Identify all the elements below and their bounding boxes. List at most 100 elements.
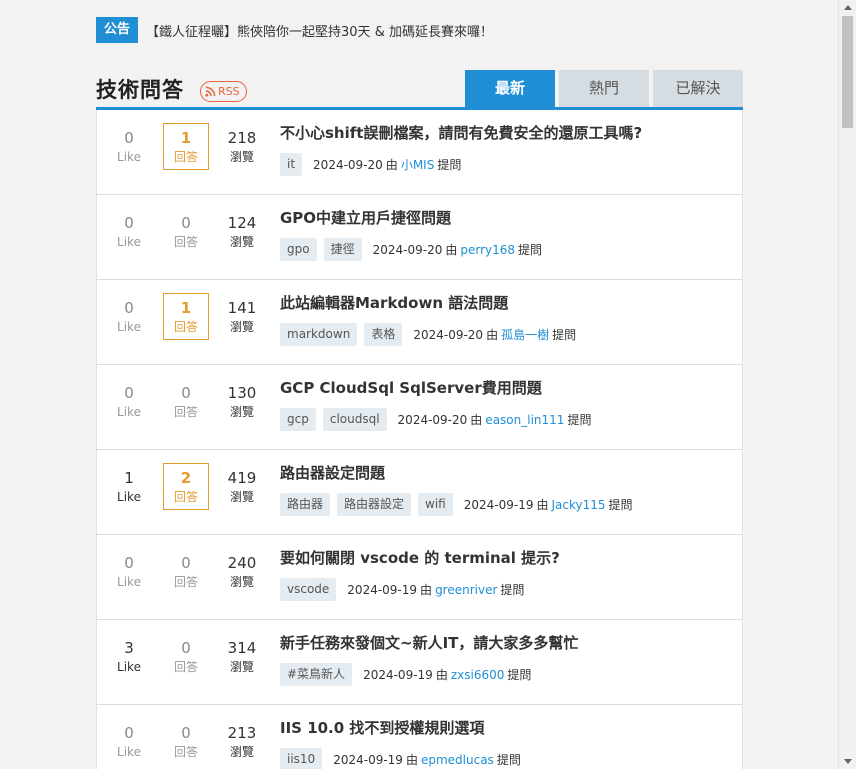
answer-number: 0 — [181, 384, 191, 402]
scrollbar[interactable] — [838, 0, 856, 769]
question-title-link[interactable]: IIS 10.0 找不到授權規則選項 — [280, 717, 484, 738]
tag[interactable]: iis10 — [280, 748, 323, 769]
asked-label: 提問 — [567, 413, 592, 427]
rss-button[interactable]: RSS — [200, 81, 247, 102]
question-title-link[interactable]: 要如何關閉 vscode 的 terminal 提示? — [280, 547, 560, 568]
by-label: 由 — [470, 413, 483, 427]
answer-count: 1 回答 — [163, 123, 209, 170]
tag[interactable]: 表格 — [364, 323, 403, 346]
tab-popular[interactable]: 熱門 — [559, 70, 649, 107]
tag[interactable]: gcp — [280, 408, 316, 431]
asked-label: 提問 — [437, 158, 462, 172]
like-label: Like — [117, 320, 141, 334]
author-link[interactable]: greenriver — [435, 583, 497, 597]
view-number: 314 — [227, 639, 257, 657]
like-count: 3 Like — [104, 638, 154, 676]
question-meta: it 2024-09-20 由 小MIS 提問 — [280, 153, 461, 176]
answer-label: 回答 — [173, 235, 198, 249]
view-label: 瀏覽 — [229, 405, 254, 419]
rss-icon — [205, 86, 216, 97]
like-label: Like — [117, 745, 141, 759]
like-number: 0 — [124, 299, 134, 317]
tag[interactable]: 捷徑 — [323, 238, 362, 261]
question-row: 0 Like 0 回答 240 瀏覽 要如何關閉 vscode 的 termin… — [96, 535, 743, 620]
tab-solved[interactable]: 已解決 — [653, 70, 743, 107]
question-title-link[interactable]: 不小心shift誤刪檔案，請問有免費安全的還原工具嗎? — [280, 122, 642, 143]
sort-tabs: 最新 熱門 已解決 — [465, 70, 743, 108]
tag[interactable]: 路由器設定 — [337, 493, 412, 516]
rss-label: RSS — [218, 85, 240, 98]
page: 公告 【鐵人征程曬】熊俠陪你一起堅持30天 & 加碼延長賽來囉！ 技術問答 RS… — [0, 0, 838, 769]
tag[interactable]: gpo — [280, 238, 317, 261]
question-title-link[interactable]: 此站編輯器Markdown 語法問題 — [280, 292, 508, 313]
answer-number: 0 — [181, 214, 191, 232]
scroll-up-icon[interactable] — [844, 5, 852, 10]
tag[interactable]: #菜鳥新人 — [280, 663, 353, 686]
like-count: 0 Like — [104, 723, 154, 761]
author-link[interactable]: perry168 — [460, 243, 515, 257]
like-count: 0 Like — [104, 298, 154, 336]
announcement-bar: 公告 【鐵人征程曬】熊俠陪你一起堅持30天 & 加碼延長賽來囉！ — [96, 17, 493, 43]
like-number: 0 — [124, 214, 134, 232]
asked-label: 提問 — [518, 243, 543, 257]
question-meta: iis10 2024-09-19 由 epmedlucas 提問 — [280, 748, 521, 769]
by-label: 由 — [486, 328, 499, 342]
question-row: 0 Like 0 回答 213 瀏覽 IIS 10.0 找不到授權規則選項 ii… — [96, 705, 743, 769]
answer-label: 回答 — [173, 150, 198, 164]
announcement-link[interactable]: 【鐵人征程曬】熊俠陪你一起堅持30天 & 加碼延長賽來囉！ — [146, 21, 493, 40]
page-title: 技術問答 — [96, 78, 184, 102]
tag[interactable]: it — [280, 153, 303, 176]
scroll-down-icon[interactable] — [844, 759, 852, 764]
author-link[interactable]: 孤島一樹 — [501, 326, 549, 343]
question-title-link[interactable]: GCP CloudSql SqlServer費用問題 — [280, 377, 542, 398]
tab-latest[interactable]: 最新 — [465, 70, 555, 108]
question-title-link[interactable]: 路由器設定問題 — [280, 462, 385, 483]
like-count: 0 Like — [104, 383, 154, 421]
view-label: 瀏覽 — [229, 490, 254, 504]
answer-label: 回答 — [173, 660, 198, 674]
author-link[interactable]: eason_lin111 — [485, 413, 564, 427]
by-label: 由 — [420, 583, 433, 597]
announcement-badge: 公告 — [96, 17, 139, 43]
like-number: 0 — [124, 129, 134, 147]
view-label: 瀏覽 — [229, 235, 254, 249]
question-title-link[interactable]: GPO中建立用戶捷徑問題 — [280, 207, 451, 228]
question-meta: vscode 2024-09-19 由 greenriver 提問 — [280, 578, 524, 601]
view-label: 瀏覽 — [229, 660, 254, 674]
like-label: Like — [117, 150, 141, 164]
like-number: 0 — [124, 384, 134, 402]
like-label: Like — [117, 235, 141, 249]
question-list: 0 Like 1 回答 218 瀏覽 不小心shift誤刪檔案，請問有免費安全的… — [96, 110, 743, 769]
asked-label: 提問 — [507, 668, 532, 682]
question-meta: #菜鳥新人 2024-09-19 由 zxsi6600 提問 — [280, 663, 531, 686]
tag[interactable]: wifi — [418, 493, 453, 516]
author-link[interactable]: zxsi6600 — [451, 668, 505, 682]
view-label: 瀏覽 — [229, 745, 254, 759]
tag[interactable]: vscode — [280, 578, 337, 601]
view-count: 314 瀏覽 — [217, 638, 267, 676]
like-count: 0 Like — [104, 213, 154, 251]
view-number: 124 — [227, 214, 257, 232]
question-meta: gcp cloudsql 2024-09-20 由 eason_lin111 提問 — [280, 408, 591, 431]
scrollbar-thumb[interactable] — [842, 16, 853, 128]
answer-label: 回答 — [173, 320, 198, 334]
question-date: 2024-09-19 — [347, 582, 418, 597]
view-number: 213 — [227, 724, 257, 742]
author-link[interactable]: 小MIS — [401, 156, 435, 173]
tag[interactable]: 路由器 — [280, 493, 331, 516]
like-number: 3 — [124, 639, 134, 657]
answer-count: 0 回答 — [161, 383, 211, 421]
like-label: Like — [117, 660, 141, 674]
author-link[interactable]: epmedlucas — [421, 753, 494, 767]
author-link[interactable]: Jacky115 — [552, 498, 606, 512]
answer-count: 1 回答 — [163, 293, 209, 340]
tag[interactable]: markdown — [280, 323, 358, 346]
question-row: 3 Like 0 回答 314 瀏覽 新手任務來發個文~新人IT，請大家多多幫忙… — [96, 620, 743, 705]
question-title-link[interactable]: 新手任務來發個文~新人IT，請大家多多幫忙 — [280, 632, 578, 653]
asked-label: 提問 — [552, 328, 577, 342]
answer-label: 回答 — [173, 745, 198, 759]
like-label: Like — [117, 405, 141, 419]
view-number: 130 — [227, 384, 257, 402]
like-count: 0 Like — [104, 128, 154, 166]
tag[interactable]: cloudsql — [322, 408, 387, 431]
